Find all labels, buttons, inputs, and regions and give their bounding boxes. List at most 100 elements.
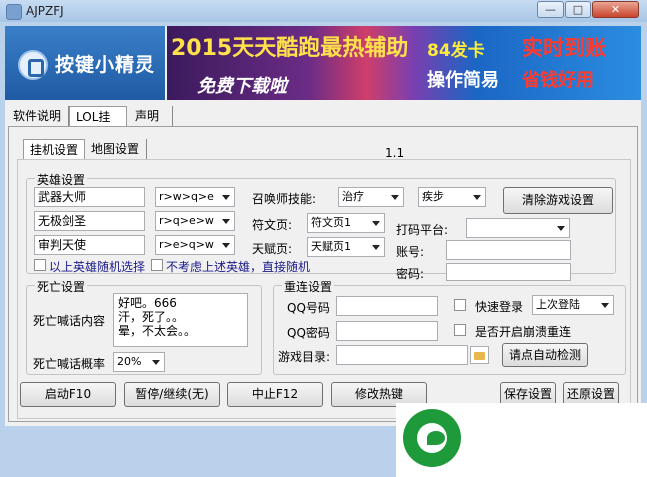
maximize-icon: □ (572, 3, 584, 16)
banner-line6: 省钱好用 (522, 70, 594, 91)
hero-group: 英雄设置 武器大师 r>w>q>e 无极剑圣 r>q>e>w 审判天使 r>e>… (26, 171, 616, 281)
game-dir-input[interactable] (336, 345, 468, 365)
death-prob-select[interactable]: 20% (113, 352, 165, 372)
death-prob-value: 20% (117, 355, 142, 368)
death-group-title: 死亡设置 (35, 278, 88, 295)
death-group: 死亡设置 死亡喊话内容 好吧。666 汗，死了。。 晕，不太会。。 死亡喊话概率… (26, 278, 262, 375)
summoner-spell-1-select[interactable]: 治疗 (338, 187, 404, 207)
chevron-down-icon (222, 243, 230, 248)
lol-afk-panel: 挂机设置 地图设置 1.1 英雄设置 武器大师 r>w>q>e 无极剑圣 r>q… (8, 126, 638, 422)
chevron-down-icon (391, 195, 399, 200)
leaf-logo-icon (403, 409, 461, 467)
game-dir-label: 游戏目录: (278, 350, 331, 364)
qq-number-input[interactable] (336, 296, 438, 316)
main-window: AJPZFJ — □ ✕ 按键小精灵 2015天天酷跑最热辅助 免费下载啦 84… (0, 0, 647, 477)
hero-name-3[interactable]: 审判天使 (34, 235, 145, 255)
close-button[interactable]: ✕ (592, 1, 639, 18)
window-title: AJPZFJ (26, 4, 64, 18)
banner-line5: 操作简易 (427, 70, 499, 91)
death-message-textarea[interactable]: 好吧。666 汗，死了。。 晕，不太会。。 (113, 293, 248, 347)
qq-password-label: QQ密码 (287, 326, 330, 340)
random-hero-label: 以上英雄随机选择 (49, 260, 146, 274)
summoner-spell-2-select[interactable]: 疾步 (418, 187, 486, 207)
tab-software-info[interactable]: 软件说明 (7, 106, 69, 126)
crash-reconnect-label: 是否开启崩溃重连 (475, 325, 572, 339)
folder-icon[interactable] (470, 346, 489, 364)
captcha-password-input[interactable] (446, 263, 571, 281)
fast-login-select[interactable]: 上次登陆 (532, 295, 614, 315)
client-area: 按键小精灵 2015天天酷跑最热辅助 免费下载啦 84发卡 实时到账 操作简易 … (5, 26, 641, 466)
chevron-down-icon (372, 245, 380, 250)
hero-combo-2[interactable]: r>q>e>w (155, 211, 235, 231)
sub-tab-strip: 挂机设置 地图设置 (23, 139, 173, 159)
tab-lol-afk[interactable]: LOL挂机 (69, 106, 127, 144)
fast-login-checkbox[interactable] (454, 299, 466, 311)
hero-name-1[interactable]: 武器大师 (34, 187, 145, 207)
maximize-button[interactable]: □ (565, 1, 591, 18)
app-logo-icon (18, 50, 48, 80)
chevron-down-icon (473, 195, 481, 200)
captcha-account-input[interactable] (446, 240, 571, 260)
death-prob-label: 死亡喊话概率 (33, 357, 106, 371)
chevron-down-icon (601, 303, 609, 308)
random-hero-checkbox[interactable] (34, 259, 46, 271)
title-bar[interactable]: AJPZFJ — □ ✕ (0, 0, 647, 22)
captcha-platform-select[interactable] (466, 218, 570, 238)
tab-afk-settings[interactable]: 挂机设置 (23, 139, 85, 159)
rune-page-value: 符文页1 (311, 216, 351, 229)
clear-game-settings-button[interactable]: 清除游戏设置 (503, 187, 613, 214)
minimize-button[interactable]: — (537, 1, 564, 18)
minimize-icon: — (545, 3, 556, 16)
main-tab-strip: 软件说明 LOL挂机 声明 (7, 106, 207, 144)
qq-password-input[interactable] (336, 321, 438, 341)
summoner-spell-label: 召唤师技能: (252, 192, 317, 206)
chevron-down-icon (557, 226, 565, 231)
banner-line1: 2015天天酷跑最热辅助 (171, 36, 409, 61)
talent-page-select[interactable]: 天赋页1 (307, 237, 385, 257)
logo-text: 按键小精灵 (55, 54, 156, 76)
talent-page-label: 天赋页: (252, 242, 293, 256)
chevron-down-icon (372, 221, 380, 226)
captcha-password-label: 密码: (396, 267, 425, 281)
hero-name-2[interactable]: 无极剑圣 (34, 211, 145, 231)
chevron-down-icon (152, 360, 160, 365)
watermark-overlay (396, 403, 647, 477)
rune-page-select[interactable]: 符文页1 (307, 213, 385, 233)
auto-detect-button[interactable]: 请点自动检测 (502, 343, 588, 367)
logo-panel: 按键小精灵 (5, 26, 165, 100)
chevron-down-icon (222, 195, 230, 200)
crash-reconnect-checkbox[interactable] (454, 324, 466, 336)
app-icon (6, 4, 22, 20)
captcha-platform-label: 打码平台: (396, 223, 449, 237)
fast-login-value: 上次登陆 (536, 298, 580, 311)
hero-combo-1-value: r>w>q>e (159, 190, 214, 203)
banner-line2: 免费下载啦 (197, 76, 287, 97)
version-label: 1.1 (385, 146, 405, 160)
hero-combo-2-value: r>q>e>w (159, 214, 214, 227)
tab-map-settings[interactable]: 地图设置 (85, 139, 147, 159)
qq-number-label: QQ号码 (287, 301, 330, 315)
hero-combo-1[interactable]: r>w>q>e (155, 187, 235, 207)
fast-login-label: 快速登录 (475, 300, 524, 314)
tab-statement[interactable]: 声明 (129, 106, 173, 126)
skip-hero-label: 不考虑上述英雄，直接随机 (166, 260, 311, 274)
start-button[interactable]: 启动F10 (20, 382, 116, 407)
pause-resume-button[interactable]: 暂停/继续(无) (124, 382, 220, 407)
summoner-spell-2-value: 疾步 (422, 190, 444, 203)
close-icon: ✕ (610, 3, 621, 16)
hero-combo-3[interactable]: r>e>q>w (155, 235, 235, 255)
ad-banner[interactable]: 2015天天酷跑最热辅助 免费下载啦 84发卡 实时到账 操作简易 省钱好用 (167, 26, 641, 100)
summoner-spell-1-value: 治疗 (342, 190, 364, 203)
rune-page-label: 符文页: (252, 218, 293, 232)
reconnect-group: 重连设置 QQ号码 快速登录 上次登陆 QQ密码 是否开启崩溃重连 游戏目录: … (273, 278, 626, 375)
death-message-label: 死亡喊话内容 (33, 314, 106, 328)
reconnect-group-title: 重连设置 (282, 278, 335, 295)
talent-page-value: 天赋页1 (311, 240, 351, 253)
captcha-account-label: 账号: (396, 245, 425, 259)
banner-line4: 实时到账 (522, 36, 606, 60)
chevron-down-icon (222, 219, 230, 224)
skip-hero-checkbox[interactable] (151, 259, 163, 271)
stop-button[interactable]: 中止F12 (227, 382, 323, 407)
hero-group-title: 英雄设置 (35, 171, 88, 188)
afk-settings-panel: 英雄设置 武器大师 r>w>q>e 无极剑圣 r>q>e>w 审判天使 r>e>… (17, 159, 631, 419)
